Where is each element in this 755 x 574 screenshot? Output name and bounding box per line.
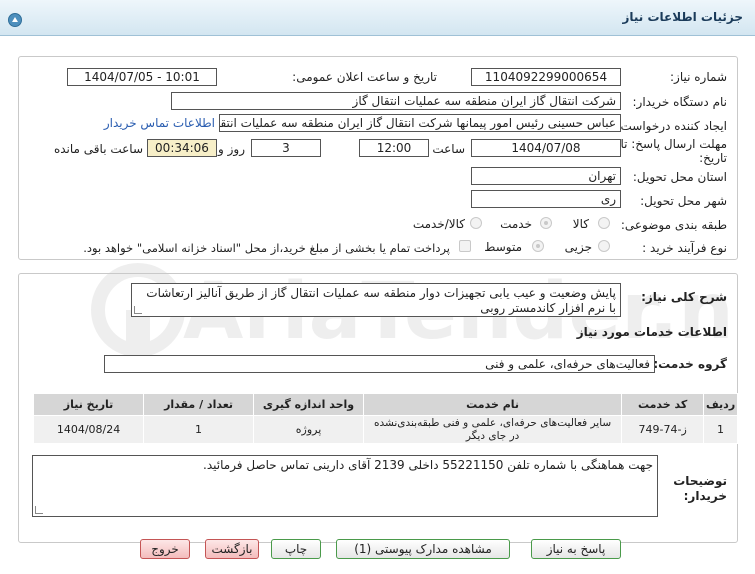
creator-label: ایجاد کننده درخواست: [616, 119, 727, 133]
process-minor-label: جزیی [564, 240, 592, 254]
service-group-field[interactable]: فعالیت‌های حرفه‌ای، علمی و فنی [104, 355, 655, 373]
buyer-contact-link[interactable]: اطلاعات تماس خریدار [104, 116, 215, 130]
cell-need-date: 1404/08/24 [32, 415, 145, 444]
process-medium-label: متوسط [484, 240, 522, 254]
need-number-label: شماره نیاز: [670, 70, 727, 84]
notes-label-2: خریدار: [683, 489, 727, 503]
reply-button[interactable]: پاسخ به نیاز [531, 539, 621, 559]
notes-text: جهت هماهنگی با شماره تلفن 55221150 داخلی… [203, 458, 653, 472]
category-goods-service-radio[interactable] [470, 217, 482, 229]
cell-quantity: 1 [143, 415, 255, 444]
service-group-label: گروه خدمت: [653, 357, 727, 371]
days-remaining-field[interactable]: 3 [251, 139, 321, 157]
summary-text: پایش وضعیت و عیب یابی تجهیزات دوار منطقه… [146, 286, 616, 315]
category-label: طبقه بندی موضوعی: [620, 218, 727, 232]
exit-button[interactable]: خروج [140, 539, 190, 559]
buyer-label: نام دستگاه خریدار: [632, 95, 728, 109]
days-label: روز و [218, 142, 245, 156]
col-row: ردیف [703, 393, 738, 416]
process-medium-radio[interactable] [532, 240, 544, 252]
cell-service-name: سایر فعالیت‌های حرفه‌ای، علمی و فنی طبقه… [363, 415, 623, 444]
category-goods-service-label: کالا/خدمت [412, 217, 465, 231]
resize-handle-icon[interactable] [35, 506, 43, 514]
category-service-label: خدمت [500, 217, 532, 231]
summary-field[interactable]: پایش وضعیت و عیب یابی تجهیزات دوار منطقه… [131, 283, 621, 317]
deadline-time-label: ساعت [432, 142, 465, 156]
cell-row: 1 [703, 415, 738, 444]
col-unit: واحد اندازه گیری [253, 393, 365, 416]
cell-unit: پروژه [253, 415, 365, 444]
deadline-time-field[interactable]: 12:00 [359, 139, 429, 157]
treasury-checkbox[interactable] [459, 240, 471, 252]
col-service-name: نام خدمت [363, 393, 623, 416]
col-quantity: تعداد / مقدار [143, 393, 255, 416]
category-goods-radio[interactable] [598, 217, 610, 229]
notes-field[interactable]: جهت هماهنگی با شماره تلفن 55221150 داخلی… [32, 455, 658, 517]
treasury-note: پرداخت تمام یا بخشی از مبلغ خرید،از محل … [83, 241, 450, 255]
need-number-field[interactable]: 1104092299000654 [471, 68, 621, 86]
deadline-date-field[interactable]: 1404/07/08 [471, 139, 621, 157]
time-remaining-field[interactable]: 00:34:06 [147, 139, 217, 157]
time-remaining-label: ساعت باقی مانده [53, 142, 143, 156]
summary-label: شرح کلی نیاز: [641, 290, 727, 304]
city-field[interactable]: ری [471, 190, 621, 208]
notes-label: توضیحات [673, 474, 727, 488]
province-field[interactable]: تهران [471, 167, 621, 185]
table-row: 1 ز-74-749 سایر فعالیت‌های حرفه‌ای، علمی… [32, 415, 738, 444]
back-button[interactable]: بازگشت [205, 539, 259, 559]
category-service-radio[interactable] [540, 217, 552, 229]
resize-handle-icon[interactable] [134, 306, 142, 314]
col-need-date: تاریخ نیاز [32, 393, 145, 416]
collapse-icon[interactable] [8, 13, 22, 27]
creator-field[interactable]: عباس حسینی رئیس امور پیمانها شرکت انتقال… [219, 114, 621, 132]
deadline-label: مهلت ارسال پاسخ: تا [620, 137, 727, 151]
category-goods-label: کالا [572, 217, 589, 231]
announce-date-field[interactable]: 1404/07/05 - 10:01 [67, 68, 217, 86]
table-header-row: ردیف کد خدمت نام خدمت واحد اندازه گیری ت… [32, 393, 738, 416]
announce-date-label: تاریخ و ساعت اعلان عمومی: [292, 70, 437, 84]
col-service-code: کد خدمت [621, 393, 705, 416]
cell-service-code: ز-74-749 [621, 415, 705, 444]
buyer-field[interactable]: شرکت انتقال گاز ایران منطقه سه عملیات ان… [171, 92, 621, 110]
page-title: جزئیات اطلاعات نیاز [622, 10, 743, 24]
print-button[interactable]: چاپ [271, 539, 321, 559]
province-label: استان محل تحویل: [632, 170, 727, 184]
view-attachments-button[interactable]: مشاهده مدارک پیوستی (1) [336, 539, 510, 559]
process-minor-radio[interactable] [598, 240, 610, 252]
title-bar: جزئیات اطلاعات نیاز [0, 0, 755, 36]
services-heading: اطلاعات خدمات مورد نیاز [576, 325, 727, 339]
deadline-date-label: تاریخ: [699, 151, 727, 165]
city-label: شهر محل تحویل: [640, 194, 727, 208]
services-table: ردیف کد خدمت نام خدمت واحد اندازه گیری ت… [32, 393, 738, 444]
process-label: نوع فرآیند خرید : [642, 241, 727, 255]
